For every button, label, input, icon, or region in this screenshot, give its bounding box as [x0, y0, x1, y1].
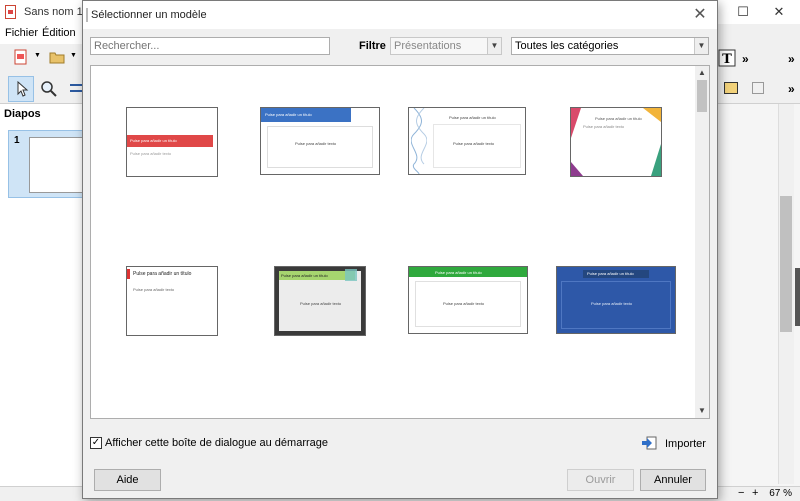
filter-category-value: Toutes les catégories — [515, 40, 619, 52]
template-thumbnail[interactable]: Pulse para añadir un título Pulse para a… — [126, 107, 218, 177]
template-frame — [433, 124, 521, 168]
help-button[interactable]: Aide — [94, 469, 161, 491]
filter-label: Filtre — [359, 40, 386, 52]
zoom-level[interactable]: 67 % — [769, 488, 792, 499]
template-title-text: Pulse para añadir un título — [130, 138, 177, 143]
text-box-icon[interactable]: T — [718, 49, 736, 67]
template-title-text: Pulse para añadir un título — [265, 112, 312, 117]
toolbar-overflow-icon[interactable]: » — [742, 52, 749, 66]
workspace-scroll-thumb[interactable] — [780, 196, 792, 332]
new-dropdown-icon[interactable]: ▼ — [34, 52, 41, 59]
template-thumbnail[interactable]: Pulse para añadir un título Pulse para a… — [274, 266, 366, 336]
template-title-text: Pulse para añadir un título — [595, 116, 642, 121]
menu-fichier[interactable]: Fichier — [5, 27, 38, 39]
import-button[interactable]: Importer — [641, 434, 707, 454]
template-accent — [345, 269, 357, 281]
close-app-button[interactable]: ✕ — [764, 2, 794, 22]
slide-preview — [29, 137, 85, 193]
slides-panel: Diapos 1 — [0, 104, 85, 488]
template-thumbnail[interactable]: Pulse para añadir un título Pulse para a… — [570, 107, 662, 177]
template-thumbnail[interactable]: Pulse para añadir un título Pulse para a… — [556, 266, 676, 334]
import-icon — [642, 436, 657, 450]
chevron-up-icon[interactable]: ▲ — [695, 66, 709, 80]
zoom-icon[interactable] — [40, 80, 58, 98]
zoom-in-icon[interactable]: + — [752, 487, 758, 499]
filter-type-value: Présentations — [394, 40, 462, 52]
filter-category-select[interactable]: Toutes les catégories ▼ — [511, 37, 709, 55]
template-dialog: Sélectionner un modèle ✕ Filtre Présenta… — [82, 0, 718, 499]
template-marker — [127, 269, 130, 279]
template-body-text: Pulse para añadir texto — [300, 301, 342, 306]
slide-thumbnail-1[interactable]: 1 — [8, 130, 85, 198]
template-body-text: Pulse para añadir texto — [583, 124, 625, 129]
maximize-button[interactable]: ☐ — [728, 2, 758, 22]
crop-icon[interactable] — [752, 82, 764, 94]
select-tool-button[interactable] — [8, 76, 34, 102]
template-frame — [267, 126, 373, 168]
chevron-down-icon: ▼ — [694, 38, 708, 54]
menu-edition[interactable]: Édition — [42, 27, 76, 39]
slides-panel-title: Diapos — [4, 108, 41, 120]
template-thumbnail[interactable]: Pulse para añadir un título Pulse para a… — [260, 107, 380, 175]
chevron-down-icon[interactable]: ▼ — [695, 404, 709, 418]
template-thumbnail[interactable]: Pulse para añadir un título Pulse para a… — [126, 266, 218, 336]
template-grid-scrollbar[interactable]: ▲ ▼ — [695, 66, 709, 418]
template-body-text: Pulse para añadir texto — [591, 301, 633, 306]
chevron-down-icon: ▼ — [487, 38, 501, 54]
open-dropdown-icon[interactable]: ▼ — [70, 52, 77, 59]
impress-document-icon — [5, 5, 16, 19]
dialog-title: Sélectionner un modèle — [91, 9, 207, 21]
template-title-text: Pulse para añadir un título — [435, 270, 482, 275]
template-body-text: Pulse para añadir texto — [443, 301, 485, 306]
template-body-text: Pulse para añadir texto — [130, 151, 172, 156]
template-title-text: Pulse para añadir un título — [587, 271, 634, 276]
dialog-titlebar: Sélectionner un modèle ✕ — [83, 1, 717, 29]
import-label: Importer — [665, 438, 706, 450]
cancel-button[interactable]: Annuler — [640, 469, 706, 491]
template-thumbnail[interactable]: Pulse para añadir un título Pulse para a… — [408, 107, 526, 175]
sidebar-handle[interactable] — [795, 268, 800, 326]
dialog-icon — [86, 8, 88, 22]
app-menubar: Fichier Édition — [0, 24, 90, 44]
zoom-out-icon[interactable]: − — [738, 487, 744, 499]
template-grid: Pulse para añadir un título Pulse para a… — [90, 65, 710, 419]
drawing-overflow-icon[interactable]: » — [788, 82, 795, 96]
search-input[interactable] — [90, 37, 330, 55]
template-title-text: Pulse para añadir un título — [281, 273, 328, 278]
filter-type-select[interactable]: Présentations ▼ — [390, 37, 502, 55]
template-body-text: Pulse para añadir texto — [295, 141, 337, 146]
template-body-text: Pulse para añadir texto — [453, 141, 495, 146]
scroll-thumb[interactable] — [697, 80, 707, 112]
line-style-icon[interactable] — [70, 84, 82, 92]
svg-text:T: T — [722, 52, 732, 67]
fill-color-icon[interactable] — [724, 82, 738, 94]
template-title-text: Pulse para añadir un título — [449, 115, 496, 120]
open-folder-icon[interactable] — [48, 48, 66, 66]
open-button[interactable]: Ouvrir — [567, 469, 634, 491]
slide-number: 1 — [14, 135, 20, 146]
pointer-icon — [17, 81, 29, 97]
show-on-startup-checkbox[interactable]: ✓ — [90, 437, 102, 449]
template-thumbnail[interactable]: Pulse para añadir un título Pulse para a… — [408, 266, 528, 334]
close-icon[interactable]: ✕ — [689, 5, 711, 25]
show-on-startup-label[interactable]: Afficher cette boîte de dialogue au déma… — [105, 437, 328, 449]
template-body-text: Pulse para añadir texto — [133, 287, 175, 292]
dna-helix-icon — [411, 108, 427, 174]
new-document-icon[interactable] — [12, 48, 30, 66]
toolbar-overflow-right-icon[interactable]: » — [788, 52, 795, 66]
template-title-text: Pulse para añadir un título — [133, 271, 192, 277]
